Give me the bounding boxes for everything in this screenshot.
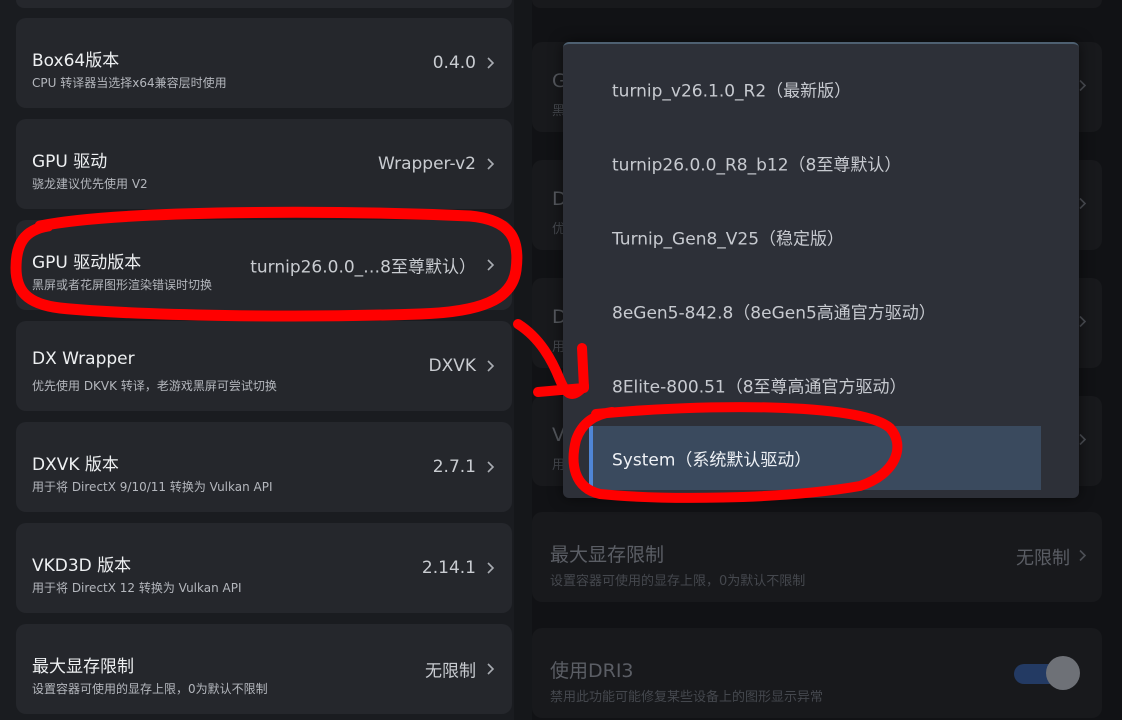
chevron-right-icon — [484, 258, 498, 272]
setting-title: DX Wrapper — [32, 349, 135, 369]
chevron-right-icon — [1076, 548, 1090, 567]
chevron-right-icon — [484, 359, 498, 373]
card-partial-top — [532, 0, 1102, 8]
setting-gpu-driver[interactable]: GPU 驱动 骁龙建议优先使用 V2 Wrapper-v2 — [16, 119, 512, 209]
setting-title: DXVK 版本 — [32, 455, 119, 475]
option-label: System（系统默认驱动） — [612, 450, 812, 471]
setting-max-vram-dimmed[interactable]: 最大显存限制 设置容器可使用的显存上限，0为默认不限制 无限制 — [532, 512, 1102, 602]
setting-title: 最大显存限制 — [32, 657, 134, 677]
setting-value: 无限制 — [1016, 548, 1070, 569]
setting-title: VKD3D 版本 — [32, 556, 132, 576]
option-label: Turnip_Gen8_V25（稳定版） — [612, 229, 845, 250]
option-label: 8Elite-800.51（8至尊高通官方驱动） — [612, 377, 907, 398]
setting-value: DXVK — [428, 356, 476, 376]
setting-subtitle: 设置容器可使用的显存上限，0为默认不限制 — [32, 682, 268, 696]
dropdown-option[interactable]: turnip26.0.0_R8_b12（8至尊默认） — [563, 126, 1079, 200]
setting-title: GPU 驱动版本 — [32, 253, 142, 273]
setting-value: turnip26.0.0_…8至尊默认） — [250, 257, 476, 278]
setting-gpu-driver-version[interactable]: GPU 驱动版本 黑屏或者花屏图形渲染错误时切换 turnip26.0.0_…8… — [16, 220, 512, 310]
setting-subtitle: 用于将 DirectX 12 转换为 Vulkan API — [32, 581, 242, 595]
chevron-right-icon — [484, 56, 498, 70]
panel-divider — [514, 0, 532, 720]
setting-dxvk-version[interactable]: DXVK 版本 用于将 DirectX 9/10/11 转换为 Vulkan A… — [16, 422, 512, 512]
option-label: 8eGen5-842.8（8eGen5高通官方驱动） — [612, 303, 936, 324]
chevron-right-icon — [484, 561, 498, 575]
dropdown-option-selected[interactable]: System（系统默认驱动） — [589, 426, 1041, 490]
setting-subtitle: 骁龙建议优先使用 V2 — [32, 177, 148, 191]
setting-subtitle: 黑屏或者花屏图形渲染错误时切换 — [32, 278, 213, 292]
chevron-right-icon — [484, 460, 498, 474]
setting-box64-version[interactable]: Box64版本 CPU 转译器当选择x64兼容层时使用 0.4.0 — [16, 18, 512, 108]
card-partial-top — [16, 0, 512, 8]
setting-value: 无限制 — [425, 661, 476, 682]
dropdown-option[interactable]: 8Elite-800.51（8至尊高通官方驱动） — [563, 348, 1079, 422]
setting-title: Box64版本 — [32, 51, 120, 71]
chevron-right-icon — [484, 157, 498, 171]
setting-dx-wrapper[interactable]: DX Wrapper 优先使用 DKVK 转译，老游戏黑屏可尝试切换 DXVK — [16, 321, 512, 411]
setting-subtitle: 优先使用 DKVK 转译，老游戏黑屏可尝试切换 — [32, 379, 277, 393]
chevron-right-icon — [484, 662, 498, 676]
settings-panel-left: Box64版本 CPU 转译器当选择x64兼容层时使用 0.4.0 GPU 驱动… — [0, 0, 514, 720]
setting-value: 2.7.1 — [432, 457, 476, 477]
setting-title: 最大显存限制 — [550, 544, 665, 566]
option-label: turnip26.0.0_R8_b12（8至尊默认） — [612, 155, 902, 176]
dri3-toggle[interactable] — [1010, 656, 1082, 690]
setting-subtitle: 用于将 DirectX 9/10/11 转换为 Vulkan API — [32, 480, 273, 494]
setting-vkd3d-version[interactable]: VKD3D 版本 用于将 DirectX 12 转换为 Vulkan API 2… — [16, 523, 512, 613]
setting-title: GPU 驱动 — [32, 152, 108, 172]
dropdown-option[interactable]: Turnip_Gen8_V25（稳定版） — [563, 200, 1079, 274]
setting-use-dri3: 使用DRI3 禁用此功能可能修复某些设备上的图形显示异常 — [532, 628, 1102, 718]
setting-max-vram[interactable]: 最大显存限制 设置容器可使用的显存上限，0为默认不限制 无限制 — [16, 624, 512, 714]
setting-subtitle: CPU 转译器当选择x64兼容层时使用 — [32, 76, 227, 90]
option-label: turnip_v26.1.0_R2（最新版） — [612, 81, 852, 102]
dropdown-option[interactable]: 8eGen5-842.8（8eGen5高通官方驱动） — [563, 274, 1079, 348]
dropdown-option[interactable]: turnip_v26.1.0_R2（最新版） — [563, 52, 1079, 126]
toggle-knob — [1046, 656, 1080, 690]
setting-title: 使用DRI3 — [550, 660, 634, 682]
setting-value: 0.4.0 — [432, 53, 476, 73]
setting-subtitle: 设置容器可使用的显存上限，0为默认不限制 — [550, 574, 806, 589]
setting-value: 2.14.1 — [421, 558, 476, 578]
setting-subtitle: 禁用此功能可能修复某些设备上的图形显示异常 — [550, 690, 824, 705]
gpu-driver-version-dropdown: turnip_v26.1.0_R2（最新版） turnip26.0.0_R8_b… — [563, 42, 1079, 498]
setting-value: Wrapper-v2 — [378, 154, 476, 174]
selection-indicator — [589, 426, 593, 490]
